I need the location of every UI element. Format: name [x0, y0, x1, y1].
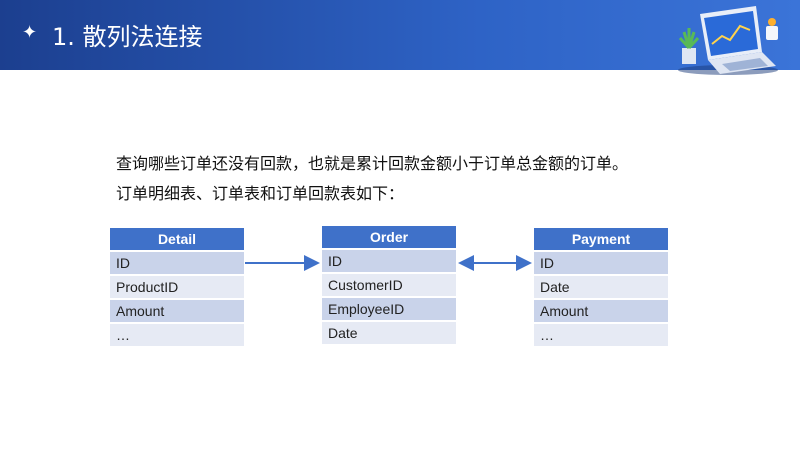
- order-table: Order ID CustomerID EmployeeID Date: [322, 226, 456, 344]
- table-row: Date: [534, 274, 668, 298]
- table-row: ID: [534, 250, 668, 274]
- table-row: …: [110, 322, 244, 346]
- table-header: Order: [322, 226, 456, 248]
- table-row: ID: [322, 248, 456, 272]
- table-row: Amount: [534, 298, 668, 322]
- table-row: ProductID: [110, 274, 244, 298]
- table-header: Payment: [534, 228, 668, 250]
- table-row: Amount: [110, 298, 244, 322]
- table-header: Detail: [110, 228, 244, 250]
- table-row: ID: [110, 250, 244, 274]
- table-row: …: [534, 322, 668, 346]
- title-bar: ✦ 1. 散列法连接: [0, 0, 800, 75]
- payment-table: Payment ID Date Amount …: [534, 228, 668, 346]
- laptop-with-plant-icon: [678, 6, 778, 75]
- tables-intro-line: 订单明细表、订单表和订单回款表如下：: [116, 184, 405, 203]
- table-row: EmployeeID: [322, 296, 456, 320]
- four-point-star-icon: ✦: [22, 22, 38, 43]
- table-row: CustomerID: [322, 272, 456, 296]
- detail-table: Detail ID ProductID Amount …: [110, 228, 244, 346]
- table-row: Date: [322, 320, 456, 344]
- intro-line: 查询哪些订单还没有回款，也就是累计回款金额小于订单总金额的订单。: [116, 154, 629, 173]
- slide-title: 1. 散列法连接: [52, 23, 203, 51]
